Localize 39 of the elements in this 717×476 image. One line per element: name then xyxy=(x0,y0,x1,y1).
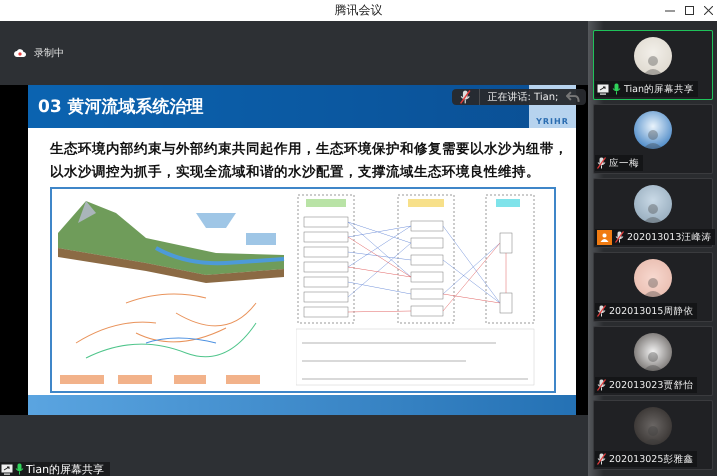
undo-arrow-icon[interactable] xyxy=(566,91,580,103)
cloud-recording-icon xyxy=(14,49,26,57)
avatar xyxy=(634,259,672,297)
participant-tile[interactable]: 202013025彭雅鑫 xyxy=(593,400,713,470)
avatar xyxy=(634,185,672,223)
slide-paragraph-line: 以水沙调控为抓手，实现全流域和谐的水沙配置，支撑流域生态环境良性维持。 xyxy=(50,163,541,181)
muted-mic-icon xyxy=(597,157,606,169)
participant-tile[interactable]: Tian的屏幕共享 xyxy=(593,30,713,100)
slide-paragraph-line: 生态环境内部约束与外部约束共同起作用，生态环境保护和修复需要以水沙为纽带， xyxy=(50,140,568,158)
window-title: 腾讯会议 xyxy=(334,2,382,19)
avatar xyxy=(634,333,672,371)
muted-mic-icon xyxy=(460,90,470,104)
share-name: Tian的屏幕共享 xyxy=(26,462,104,476)
close-icon[interactable] xyxy=(704,6,713,15)
muted-mic-icon xyxy=(597,305,606,317)
participant-name: Tian的屏幕共享 xyxy=(624,82,694,96)
slide-title: 03 黄河流域系统治理 xyxy=(38,96,204,118)
participant-tile[interactable]: 应一梅 xyxy=(593,104,713,174)
screen-share-icon xyxy=(597,84,609,94)
recording-status: 录制中 xyxy=(34,46,64,60)
avatar xyxy=(634,407,672,445)
muted-mic-icon xyxy=(597,379,606,391)
avatar xyxy=(634,111,672,149)
muted-mic-icon xyxy=(597,453,606,465)
participant-tile[interactable]: 202013023贾舒怡 xyxy=(593,326,713,396)
logo-text: YRIHR xyxy=(536,117,569,126)
participant-tile[interactable]: 202013013汪峰涛 xyxy=(593,178,713,248)
participant-name: 应一梅 xyxy=(609,156,639,170)
participant-name: 202013015周静依 xyxy=(609,304,694,318)
maximize-icon[interactable] xyxy=(685,6,694,15)
mic-icon xyxy=(15,463,24,475)
participant-name: 202013013汪峰涛 xyxy=(627,230,712,244)
mic-icon xyxy=(612,83,621,95)
speaking-text: 正在讲话: Tian; xyxy=(487,90,558,104)
avatar xyxy=(634,37,672,75)
participant-name: 202013025彭雅鑫 xyxy=(609,452,694,466)
participant-tile[interactable]: 202013015周静依 xyxy=(593,252,713,322)
muted-mic-icon xyxy=(615,231,624,243)
participant-name: 202013023贾舒怡 xyxy=(609,378,694,392)
